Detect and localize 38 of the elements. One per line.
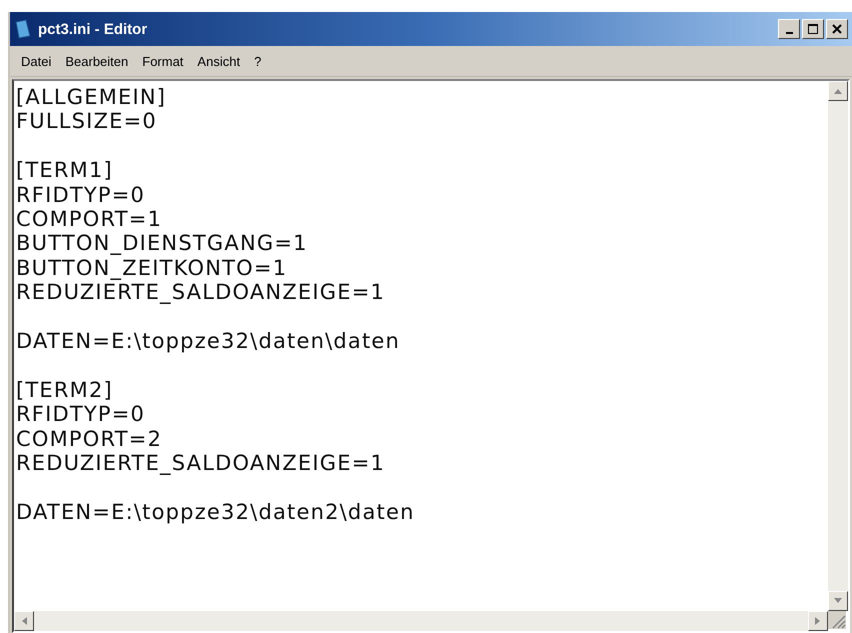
down-arrow-icon [833, 598, 843, 604]
menu-item[interactable]: Format [135, 54, 190, 68]
minimize-icon [786, 32, 792, 34]
text-line: FULLSIZE=0 [16, 109, 158, 134]
text-line: [ALLGEMEIN] [16, 85, 168, 110]
text-line: DATEN=E:\toppze32\daten2\daten [16, 500, 416, 524]
text-line: COMPORT=2 [16, 426, 164, 452]
notepad-icon [14, 19, 32, 39]
up-arrow-icon [833, 88, 843, 94]
close-icon [832, 24, 842, 34]
text-line: REDUZIERTE_SALDOANZEIGE=1 [16, 280, 386, 305]
menu-item[interactable]: Ansicht [190, 54, 248, 68]
menu-item[interactable]: Bearbeiten [58, 54, 136, 68]
left-arrow-icon [21, 616, 27, 626]
scroll-up-button[interactable] [828, 81, 848, 101]
text-line: RFIDTYP=0 [16, 402, 146, 427]
text-line: COMPORT=1 [16, 207, 164, 232]
maximize-button[interactable] [802, 19, 824, 39]
text-line: BUTTON_DIENSTGANG=1 [16, 231, 309, 256]
horizontal-scrollbar[interactable] [14, 611, 828, 631]
text-line: RFIDTYP=0 [16, 182, 146, 208]
maximize-icon [808, 24, 818, 34]
scroll-right-button[interactable] [808, 611, 828, 631]
menu-item[interactable]: ? [247, 54, 268, 68]
text-line: DATEN=E:\toppze32\daten\daten [16, 329, 402, 354]
close-button[interactable] [826, 19, 848, 39]
text-line: [TERM2] [16, 378, 114, 402]
minimize-button[interactable] [778, 19, 800, 39]
text-line: BUTTON_ZEITKONTO=1 [16, 256, 288, 280]
vertical-scrollbar[interactable] [828, 81, 848, 611]
text-line: REDUZIERTE_SALDOANZEIGE=1 [16, 451, 386, 476]
text-line: [TERM1] [16, 158, 114, 183]
scroll-down-button[interactable] [828, 591, 848, 611]
right-arrow-icon [815, 616, 821, 626]
resize-grip-icon[interactable] [828, 611, 846, 629]
scroll-left-button[interactable] [14, 611, 34, 631]
menu-item[interactable]: Datei [14, 54, 58, 68]
window-title: pct3.ini - Editor [38, 20, 148, 38]
